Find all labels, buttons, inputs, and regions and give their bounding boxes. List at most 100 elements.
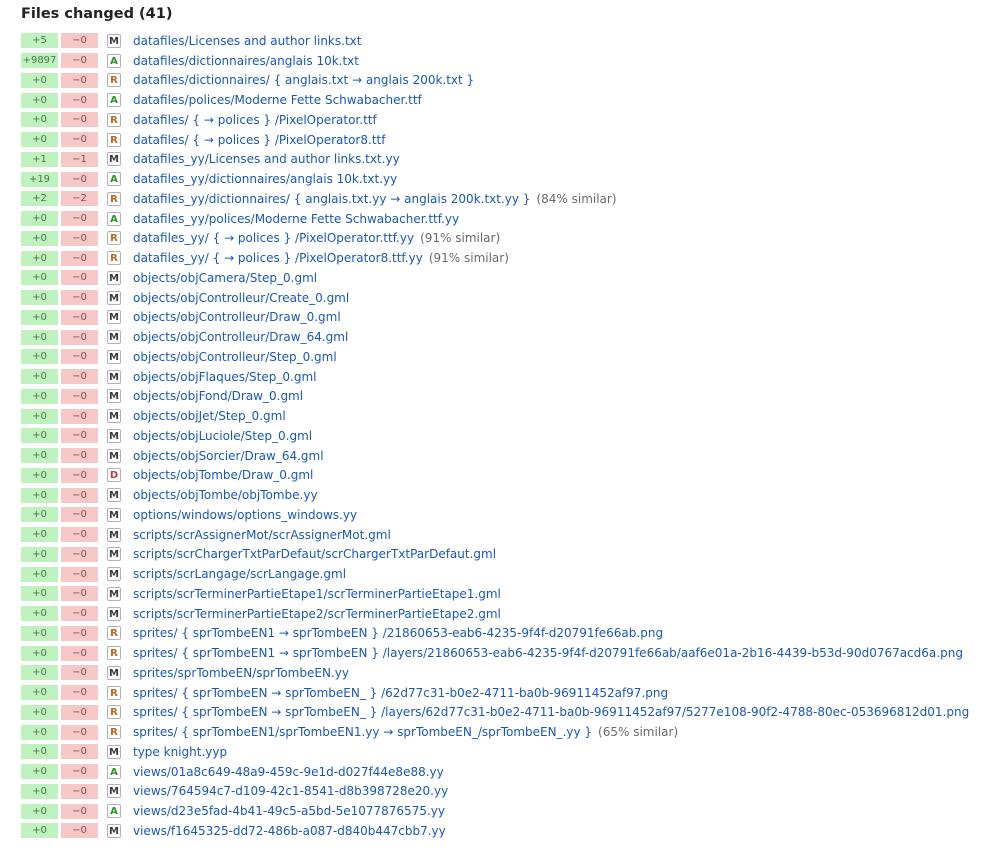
file-row: +19 −0 Adatafiles_yy/dictionnaires/anglais… [21, 169, 991, 189]
additions-count: +0 [21, 507, 58, 523]
file-row: +0 −0 Aviews/d23e5fad-4b41-49c5-a5bd-5e107… [21, 801, 991, 821]
file-row: +0 −0 Mscripts/scrChargerTxtParDefaut/scrC… [21, 545, 991, 565]
change-status-badge: M [107, 33, 121, 48]
additions-count: +0 [21, 586, 58, 602]
file-path-link[interactable]: scripts/scrLangage/scrLangage.gml [133, 567, 346, 581]
additions-count: +19 [21, 171, 58, 187]
file-path-link[interactable]: sprites/ { sprTombeEN1 → sprTombeEN } /2… [133, 626, 663, 640]
file-path-link[interactable]: sprites/ { sprTombeEN → sprTombeEN_ } /l… [133, 705, 969, 719]
file-path-link[interactable]: objects/objControlleur/Draw_64.gml [133, 330, 348, 344]
file-path-link[interactable]: objects/objFlaques/Step_0.gml [133, 370, 316, 384]
deletions-count: −0 [61, 783, 98, 799]
deletions-count: −0 [61, 586, 98, 602]
file-path-link[interactable]: datafiles_yy/polices/Moderne Fette Schwa… [133, 212, 459, 226]
deletions-count: −0 [61, 625, 98, 641]
deletions-count: −0 [61, 171, 98, 187]
change-status-badge: A [107, 804, 121, 819]
file-path-link[interactable]: datafiles/ { → polices } /PixelOperator8… [133, 133, 385, 147]
file-path-link[interactable]: datafiles_yy/ { → polices } /PixelOperat… [133, 231, 414, 245]
file-path-link[interactable]: objects/objJet/Step_0.gml [133, 409, 286, 423]
file-path-link[interactable]: objects/objSorcier/Draw_64.gml [133, 449, 324, 463]
additions-count: +0 [21, 408, 58, 424]
similarity-note: (91% similar) [420, 231, 501, 246]
additions-count: +0 [21, 625, 58, 641]
file-path-link[interactable]: objects/objControlleur/Create_0.gml [133, 291, 349, 305]
file-path-link[interactable]: datafiles_yy/dictionnaires/ { anglais.tx… [133, 192, 530, 206]
file-path-link[interactable]: scripts/scrChargerTxtParDefaut/scrCharge… [133, 547, 496, 561]
file-row: +0 −0 Mtype knight.yyp [21, 742, 991, 762]
file-row: +0 −0 Mobjects/objLuciole/Step_0.gml [21, 426, 991, 446]
deletions-count: −0 [61, 467, 98, 483]
change-status-badge: A [107, 764, 121, 779]
change-status-badge: D [107, 468, 121, 483]
deletions-count: −0 [61, 72, 98, 88]
files-changed-title: Files changed (41) [21, 6, 173, 22]
file-path-link[interactable]: sprites/ { sprTombeEN1/sprTombeEN1.yy → … [133, 725, 592, 739]
additions-count: +0 [21, 329, 58, 345]
change-status-badge: M [107, 784, 121, 799]
file-row: +0 −0 Mobjects/objControlleur/Draw_64.gml [21, 327, 991, 347]
file-row: +0 −0 Mobjects/objCamera/Step_0.gml [21, 268, 991, 288]
file-path-link[interactable]: datafiles_yy/dictionnaires/anglais 10k.t… [133, 172, 397, 186]
file-path-link[interactable]: datafiles_yy/Licenses and author links.t… [133, 152, 400, 166]
file-path-link[interactable]: objects/objCamera/Step_0.gml [133, 271, 317, 285]
change-status-badge: R [107, 112, 121, 127]
file-path-link[interactable]: views/764594c7-d109-42c1-8541-d8b398728e… [133, 784, 448, 798]
file-path-link[interactable]: objects/objLuciole/Step_0.gml [133, 429, 312, 443]
change-status-badge: A [107, 93, 121, 108]
deletions-count: −0 [61, 724, 98, 740]
file-path-link[interactable]: datafiles/polices/Moderne Fette Schwabac… [133, 93, 422, 107]
file-path-link[interactable]: objects/objFond/Draw_0.gml [133, 389, 303, 403]
file-path-link[interactable]: sprites/sprTombeEN/sprTombeEN.yy [133, 666, 349, 680]
additions-count: +0 [21, 566, 58, 582]
file-path-link[interactable]: objects/objTombe/objTombe.yy [133, 488, 318, 502]
file-path-link[interactable]: type knight.yyp [133, 745, 227, 759]
file-path-link[interactable]: views/d23e5fad-4b41-49c5-a5bd-5e10778765… [133, 804, 445, 818]
file-row: +0 −0 Rdatafiles/ { → polices } /PixelOper… [21, 110, 991, 130]
additions-count: +0 [21, 764, 58, 780]
file-row: +0 −0 Mscripts/scrLangage/scrLangage.gml [21, 564, 991, 584]
additions-count: +0 [21, 388, 58, 404]
file-path-link[interactable]: datafiles/Licenses and author links.txt [133, 34, 361, 48]
change-status-badge: M [107, 310, 121, 325]
file-path-link[interactable]: scripts/scrTerminerPartieEtape1/scrTermi… [133, 587, 501, 601]
file-row: +0 −0 Aviews/01a8c649-48a9-459c-9e1d-d027f… [21, 762, 991, 782]
deletions-count: −0 [61, 685, 98, 701]
file-path-link[interactable]: scripts/scrTerminerPartieEtape2/scrTermi… [133, 607, 501, 621]
additions-count: +0 [21, 448, 58, 464]
file-path-link[interactable]: scripts/scrAssignerMot/scrAssignerMot.gm… [133, 528, 391, 542]
deletions-count: −0 [61, 349, 98, 365]
file-row: +0 −0 Mobjects/objJet/Step_0.gml [21, 406, 991, 426]
additions-count: +0 [21, 645, 58, 661]
file-path-link[interactable]: views/01a8c649-48a9-459c-9e1d-d027f44e8e… [133, 765, 444, 779]
file-row: +0 −0 Dobjects/objTombe/Draw_0.gml [21, 466, 991, 486]
file-path-link[interactable]: options/windows/options_windows.yy [133, 508, 357, 522]
change-status-badge: M [107, 152, 121, 167]
additions-count: +0 [21, 250, 58, 266]
change-status-badge: R [107, 725, 121, 740]
file-path-link[interactable]: objects/objTombe/Draw_0.gml [133, 468, 313, 482]
file-row: +0 −0 Rdatafiles/dictionnaires/ { anglais.… [21, 71, 991, 91]
change-status-badge: R [107, 626, 121, 641]
file-row: +0 −0 Rdatafiles/ { → polices } /PixelOper… [21, 130, 991, 150]
change-status-badge: M [107, 270, 121, 285]
change-status-badge: A [107, 211, 121, 226]
file-path-link[interactable]: datafiles/dictionnaires/anglais 10k.txt [133, 54, 359, 68]
change-status-badge: M [107, 389, 121, 404]
file-path-link[interactable]: sprites/ { sprTombeEN1 → sprTombeEN } /l… [133, 646, 963, 660]
additions-count: +0 [21, 132, 58, 148]
deletions-count: −0 [61, 112, 98, 128]
file-path-link[interactable]: views/f1645325-dd72-486b-a087-d840b447cb… [133, 824, 446, 838]
file-path-link[interactable]: sprites/ { sprTombeEN → sprTombeEN_ } /6… [133, 686, 668, 700]
deletions-count: −2 [61, 191, 98, 207]
deletions-count: −0 [61, 764, 98, 780]
file-path-link[interactable]: datafiles_yy/ { → polices } /PixelOperat… [133, 251, 423, 265]
file-row: +0 −0 Msprites/sprTombeEN/sprTombeEN.yy [21, 663, 991, 683]
additions-count: +5 [21, 33, 58, 49]
file-path-link[interactable]: datafiles/dictionnaires/ { anglais.txt →… [133, 73, 474, 87]
file-path-link[interactable]: datafiles/ { → polices } /PixelOperator.… [133, 113, 377, 127]
additions-count: +0 [21, 546, 58, 562]
file-path-link[interactable]: objects/objControlleur/Draw_0.gml [133, 310, 341, 324]
file-path-link[interactable]: objects/objControlleur/Step_0.gml [133, 350, 337, 364]
change-status-badge: M [107, 586, 121, 601]
